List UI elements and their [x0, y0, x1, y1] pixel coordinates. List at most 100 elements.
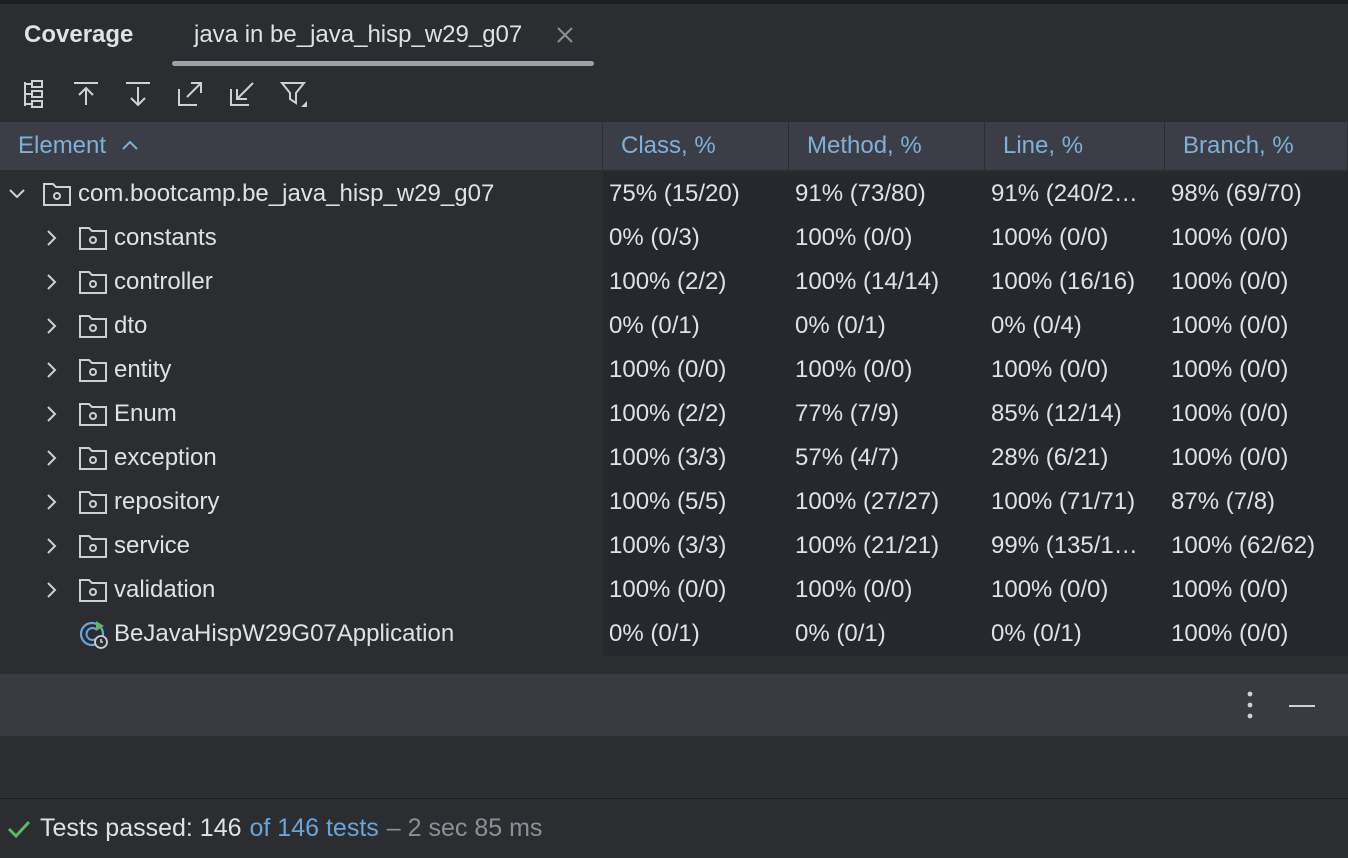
method-coverage: 0% (0/1) [789, 612, 985, 656]
branch-coverage: 98% (69/70) [1165, 172, 1348, 216]
sort-ascending-icon [122, 140, 138, 150]
tests-total-link[interactable]: of 146 tests [250, 814, 379, 843]
test-status-bar: Tests passed: 146 of 146 tests – 2 sec 8… [0, 798, 1348, 858]
tab-bar: Coverage java in be_java_hisp_w29_g07 [0, 4, 1348, 66]
line-coverage: 85% (12/14) [985, 392, 1165, 436]
table-row[interactable]: repository 100% (5/5) 100% (27/27) 100% … [0, 480, 1348, 524]
method-coverage: 100% (0/0) [789, 348, 985, 392]
element-name: service [114, 532, 191, 559]
empty-panel-area [0, 736, 1348, 798]
test-duration: – 2 sec 85 ms [386, 814, 543, 842]
export-button[interactable] [172, 76, 208, 112]
navigate-down-icon [126, 82, 150, 107]
chevron-right-icon[interactable] [40, 491, 62, 513]
close-icon[interactable] [554, 24, 576, 46]
column-header-class[interactable]: Class, % [603, 122, 789, 170]
flatten-packages-icon [24, 80, 43, 108]
branch-coverage: 100% (0/0) [1165, 568, 1348, 612]
filter-button[interactable] [276, 76, 312, 112]
chevron-right-icon[interactable] [40, 535, 62, 557]
element-name: repository [114, 488, 220, 515]
chevron-right-icon[interactable] [40, 579, 62, 601]
table-row[interactable]: BeJavaHispW29G07Application 0% (0/1) 0% … [0, 612, 1348, 656]
class-coverage: 100% (0/0) [603, 348, 789, 392]
table-row[interactable]: validation 100% (0/0) 100% (0/0) 100% (0… [0, 568, 1348, 612]
chevron-right-icon[interactable] [40, 447, 62, 469]
class-coverage: 100% (3/3) [603, 524, 789, 568]
line-coverage: 100% (16/16) [985, 260, 1165, 304]
chevron-right-icon[interactable] [40, 271, 62, 293]
navigate-up-icon [74, 82, 98, 105]
navigate-up-button[interactable] [68, 76, 104, 112]
element-name: entity [114, 356, 172, 383]
panel-separator [0, 656, 1348, 674]
package-folder-icon [79, 315, 107, 338]
branch-coverage: 100% (0/0) [1165, 216, 1348, 260]
package-folder-icon [79, 403, 107, 426]
element-name: validation [114, 576, 216, 603]
package-folder-icon [79, 579, 107, 602]
column-header-method[interactable]: Method, % [789, 122, 985, 170]
flatten-packages-button[interactable] [16, 76, 52, 112]
minimize-icon[interactable] [1286, 692, 1318, 720]
more-options-icon[interactable] [1236, 686, 1264, 724]
tab-label: java in be_java_hisp_w29_g07 [194, 21, 523, 48]
table-row[interactable]: exception 100% (3/3) 57% (4/7) 28% (6/21… [0, 436, 1348, 480]
element-name: BeJavaHispW29G07Application [114, 620, 455, 647]
table-row[interactable]: dto 0% (0/1) 0% (0/1) 0% (0/4) 100% (0/0… [0, 304, 1348, 348]
table-row[interactable]: controller 100% (2/2) 100% (14/14) 100% … [0, 260, 1348, 304]
class-coverage: 100% (5/5) [603, 480, 789, 524]
element-name: controller [114, 268, 213, 295]
class-coverage: 75% (15/20) [603, 172, 789, 216]
branch-coverage: 100% (0/0) [1165, 304, 1348, 348]
chevron-right-icon[interactable] [40, 227, 62, 249]
line-coverage: 0% (0/1) [985, 612, 1165, 656]
package-folder-icon [79, 535, 107, 558]
secondary-panel-header [0, 674, 1348, 736]
line-coverage: 100% (0/0) [985, 348, 1165, 392]
package-folder-icon [79, 491, 107, 514]
table-header: Element Class, % Method, % Line, % Branc… [0, 122, 1348, 170]
line-coverage: 0% (0/4) [985, 304, 1165, 348]
branch-coverage: 100% (0/0) [1165, 392, 1348, 436]
package-folder-icon [79, 271, 107, 294]
element-name: constants [114, 224, 217, 251]
method-coverage: 57% (4/7) [789, 436, 985, 480]
table-row[interactable]: com.bootcamp.be_java_hisp_w29_g07 75% (1… [0, 172, 1348, 216]
line-coverage: 91% (240/2… [985, 172, 1165, 216]
tests-passed-text: Tests passed: 146 [40, 814, 242, 842]
package-folder-icon [43, 183, 71, 206]
tool-window-title: Coverage [24, 21, 134, 48]
column-header-element[interactable]: Element [0, 122, 603, 170]
chevron-right-icon[interactable] [40, 403, 62, 425]
table-row[interactable]: Enum 100% (2/2) 77% (7/9) 85% (12/14) 10… [0, 392, 1348, 436]
import-button[interactable] [224, 76, 260, 112]
coverage-tool-window: Coverage java in be_java_hisp_w29_g07 El… [0, 0, 1348, 858]
navigate-down-button[interactable] [120, 76, 156, 112]
column-header-branch[interactable]: Branch, % [1165, 122, 1348, 170]
method-coverage: 100% (0/0) [789, 568, 985, 612]
table-row[interactable]: constants 0% (0/3) 100% (0/0) 100% (0/0)… [0, 216, 1348, 260]
method-coverage: 91% (73/80) [789, 172, 985, 216]
table-row[interactable]: service 100% (3/3) 100% (21/21) 99% (135… [0, 524, 1348, 568]
branch-coverage: 100% (62/62) [1165, 524, 1348, 568]
chevron-down-icon[interactable] [6, 183, 28, 205]
branch-coverage: 100% (0/0) [1165, 436, 1348, 480]
table-row[interactable]: entity 100% (0/0) 100% (0/0) 100% (0/0) … [0, 348, 1348, 392]
tab-coverage-suite[interactable]: java in be_java_hisp_w29_g07 [172, 4, 594, 66]
branch-coverage: 100% (0/0) [1165, 260, 1348, 304]
class-coverage: 0% (0/1) [603, 304, 789, 348]
branch-coverage: 87% (7/8) [1165, 480, 1348, 524]
chevron-right-icon[interactable] [40, 315, 62, 337]
element-name: exception [114, 444, 217, 471]
chevron-right-icon[interactable] [40, 359, 62, 381]
line-coverage: 99% (135/1… [985, 524, 1165, 568]
class-coverage: 100% (0/0) [603, 568, 789, 612]
element-name: dto [114, 312, 148, 339]
branch-coverage: 100% (0/0) [1165, 612, 1348, 656]
package-folder-icon [79, 359, 107, 382]
line-coverage: 100% (71/71) [985, 480, 1165, 524]
class-coverage: 100% (2/2) [603, 392, 789, 436]
toolbar [0, 66, 1348, 122]
column-header-line[interactable]: Line, % [985, 122, 1165, 170]
